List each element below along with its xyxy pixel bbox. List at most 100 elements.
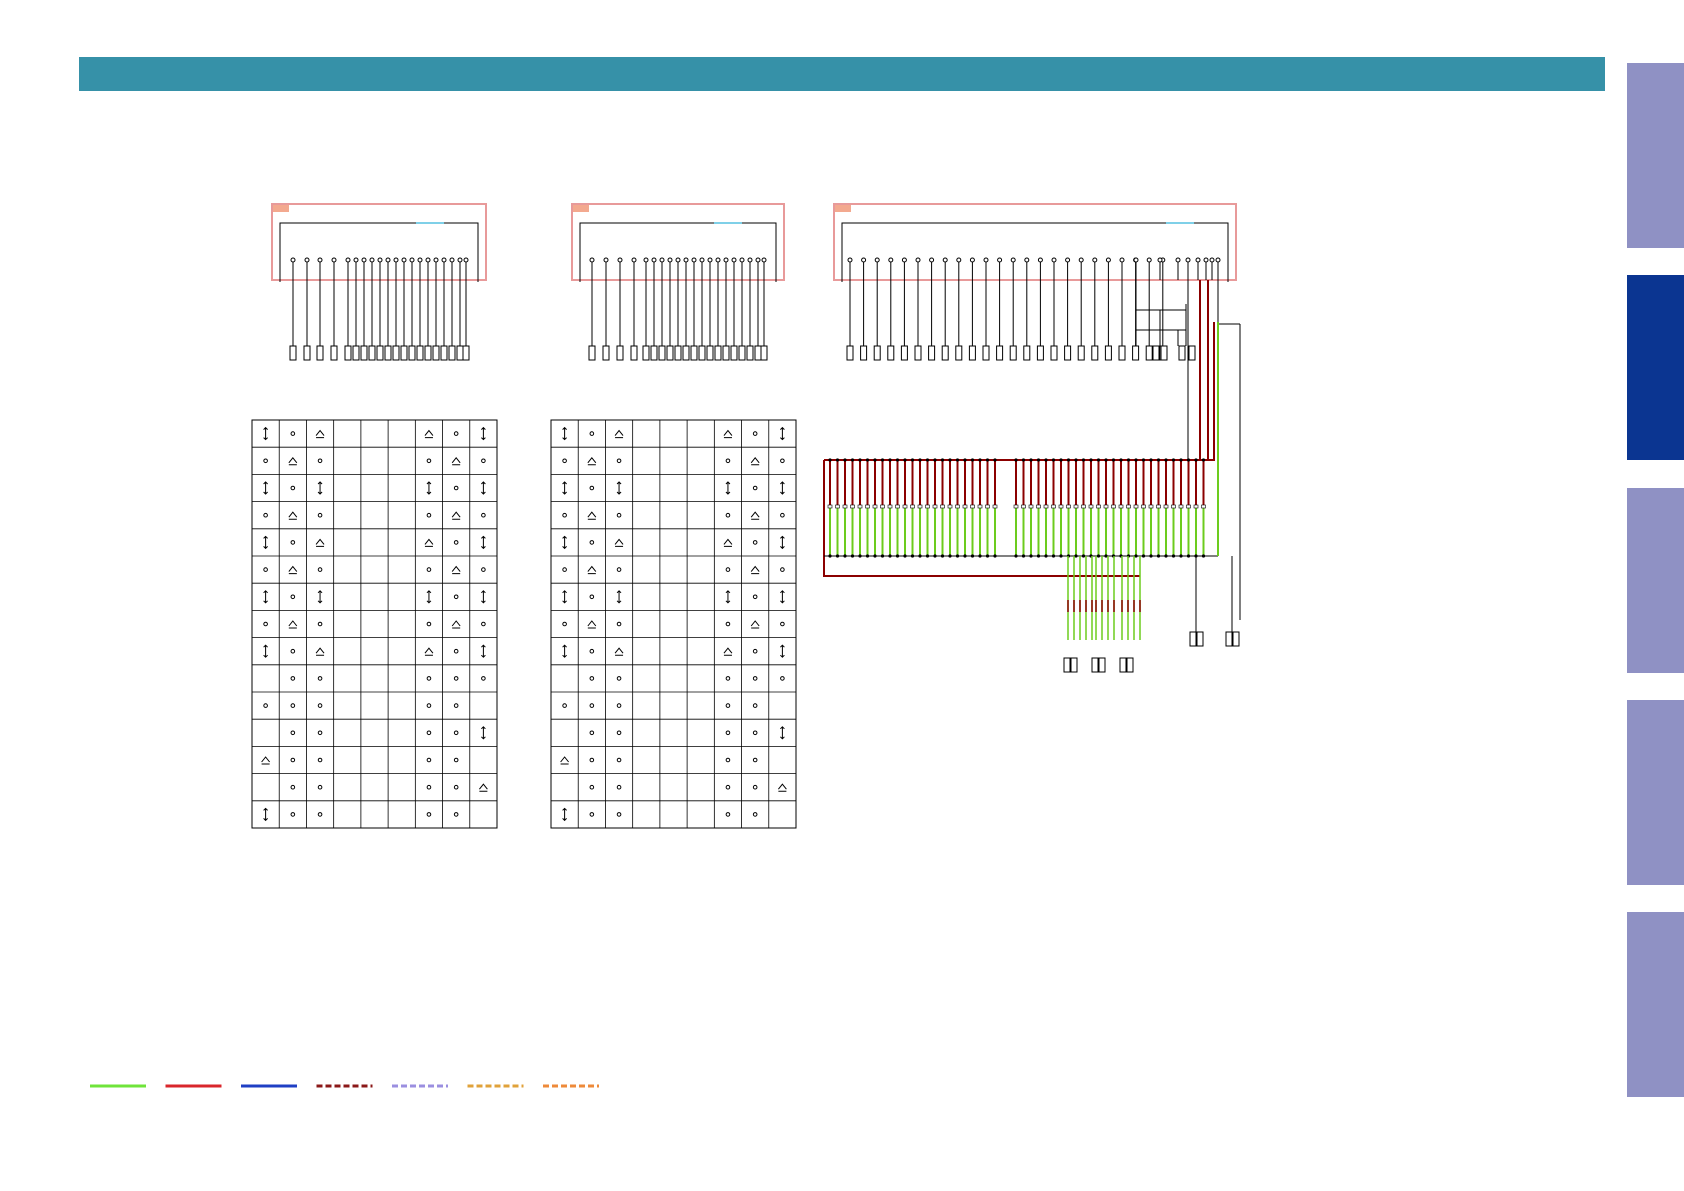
- bank-component: [1066, 504, 1071, 509]
- pin-dot: [761, 257, 767, 263]
- bank-junction: [1201, 458, 1206, 462]
- table-symbol-ground: [723, 647, 733, 656]
- pin-dot: [699, 257, 705, 263]
- pin-terminal: [368, 345, 376, 361]
- connector-body: [279, 222, 479, 282]
- table-symbol-dot: [263, 458, 268, 464]
- bank-junction: [925, 458, 930, 462]
- pin-dot: [304, 257, 310, 263]
- pin-terminal: [674, 345, 682, 361]
- table-symbol-dot: [589, 431, 595, 436]
- table-symbol-ground: [614, 647, 624, 656]
- table-symbol-dot: [426, 512, 432, 518]
- bank-junction: [1051, 554, 1056, 558]
- bank-junction: [1149, 458, 1153, 462]
- bank-component: [925, 504, 930, 509]
- table-symbol-dot: [616, 567, 622, 572]
- bank-junction: [955, 458, 960, 462]
- bank-junction: [925, 554, 930, 558]
- pin-terminal: [376, 345, 384, 361]
- table-symbol-dot: [562, 458, 567, 464]
- table-symbol-arrow: [263, 644, 268, 658]
- table-symbol-arrow: [481, 590, 486, 604]
- bank-junction: [978, 458, 982, 462]
- bank-junction: [1021, 458, 1026, 462]
- table-symbol-dot: [616, 512, 622, 518]
- pin-dot: [393, 257, 399, 263]
- table-symbol-ground: [288, 456, 298, 466]
- bank-component: [1103, 504, 1109, 509]
- pin-dot: [377, 257, 383, 263]
- table-symbol-dot: [290, 812, 296, 817]
- pin-terminal: [968, 345, 976, 361]
- pin-dot: [683, 257, 689, 263]
- table-symbol-arrow: [263, 590, 268, 604]
- connector-group-3: [833, 203, 1237, 361]
- table-symbol-dot: [317, 621, 323, 627]
- pin-terminal: [330, 345, 338, 361]
- table-symbol-dot: [317, 812, 323, 817]
- bank-junction: [1186, 554, 1191, 558]
- table-symbol-dot: [725, 567, 731, 572]
- table-symbol-dot: [481, 458, 486, 464]
- bank-component: [1021, 504, 1026, 509]
- table-symbol-dot: [453, 812, 459, 817]
- table-symbol-dot: [589, 812, 595, 817]
- table-symbol-dot: [453, 431, 459, 436]
- pin-dot: [731, 257, 737, 263]
- pin-terminal: [400, 345, 408, 361]
- bank-junction: [865, 458, 870, 462]
- pin-dot: [457, 257, 463, 263]
- table-symbol-ground: [478, 783, 488, 792]
- bank-junction: [828, 554, 832, 558]
- bank-junction: [1036, 458, 1041, 462]
- table-symbol-dot: [453, 485, 459, 491]
- table-symbol-ground: [451, 456, 461, 466]
- pin-dot: [290, 257, 296, 263]
- table-symbol-dot: [562, 703, 567, 708]
- table-symbol-dot: [426, 757, 432, 763]
- bank-junction: [1066, 458, 1071, 462]
- bank-junction: [903, 458, 907, 462]
- table-symbol-dot: [481, 621, 486, 627]
- pin-terminal: [887, 345, 895, 361]
- pin-terminal: [1064, 345, 1072, 361]
- bank-component: [1126, 504, 1131, 509]
- table-symbol-dot: [453, 730, 459, 736]
- output-terminal: [1225, 631, 1233, 647]
- table-symbol-ground: [750, 565, 760, 575]
- pin-terminal: [760, 345, 768, 361]
- bank-component: [1148, 504, 1154, 509]
- table-symbol-arrow: [562, 426, 567, 441]
- pin-dot: [1092, 257, 1098, 263]
- pin-terminal: [682, 345, 690, 361]
- bank-junction: [1029, 554, 1033, 558]
- table-symbol-dot: [752, 594, 758, 600]
- table-symbol-arrow: [562, 481, 567, 495]
- bank-junction: [918, 554, 922, 558]
- pin-dot: [969, 257, 975, 263]
- bank-junction: [1141, 554, 1146, 558]
- pinout-table-2: [550, 419, 797, 829]
- table-symbol-arrow: [481, 535, 486, 550]
- bank-junction: [880, 458, 885, 462]
- pin-terminal: [1152, 345, 1160, 361]
- bank-junction: [933, 554, 937, 558]
- bank-junction: [1081, 458, 1086, 462]
- bank-junction: [1171, 458, 1176, 462]
- bank-junction: [1044, 554, 1048, 558]
- table-symbol-dot: [263, 567, 268, 572]
- bank-component: [1118, 504, 1124, 509]
- table-symbol-dot: [453, 648, 459, 654]
- connector-corner-tag: [273, 205, 289, 212]
- pin-terminal: [1091, 345, 1099, 361]
- bank-junction: [978, 554, 982, 558]
- bank-junction: [1171, 554, 1176, 558]
- bank-component: [850, 504, 855, 509]
- table-symbol-arrow: [562, 535, 567, 550]
- pin-dot: [603, 257, 609, 263]
- table-symbol-ground: [614, 429, 624, 439]
- table-symbol-dot: [263, 621, 268, 627]
- bank-junction: [895, 554, 900, 558]
- table-symbol-dot: [317, 784, 323, 790]
